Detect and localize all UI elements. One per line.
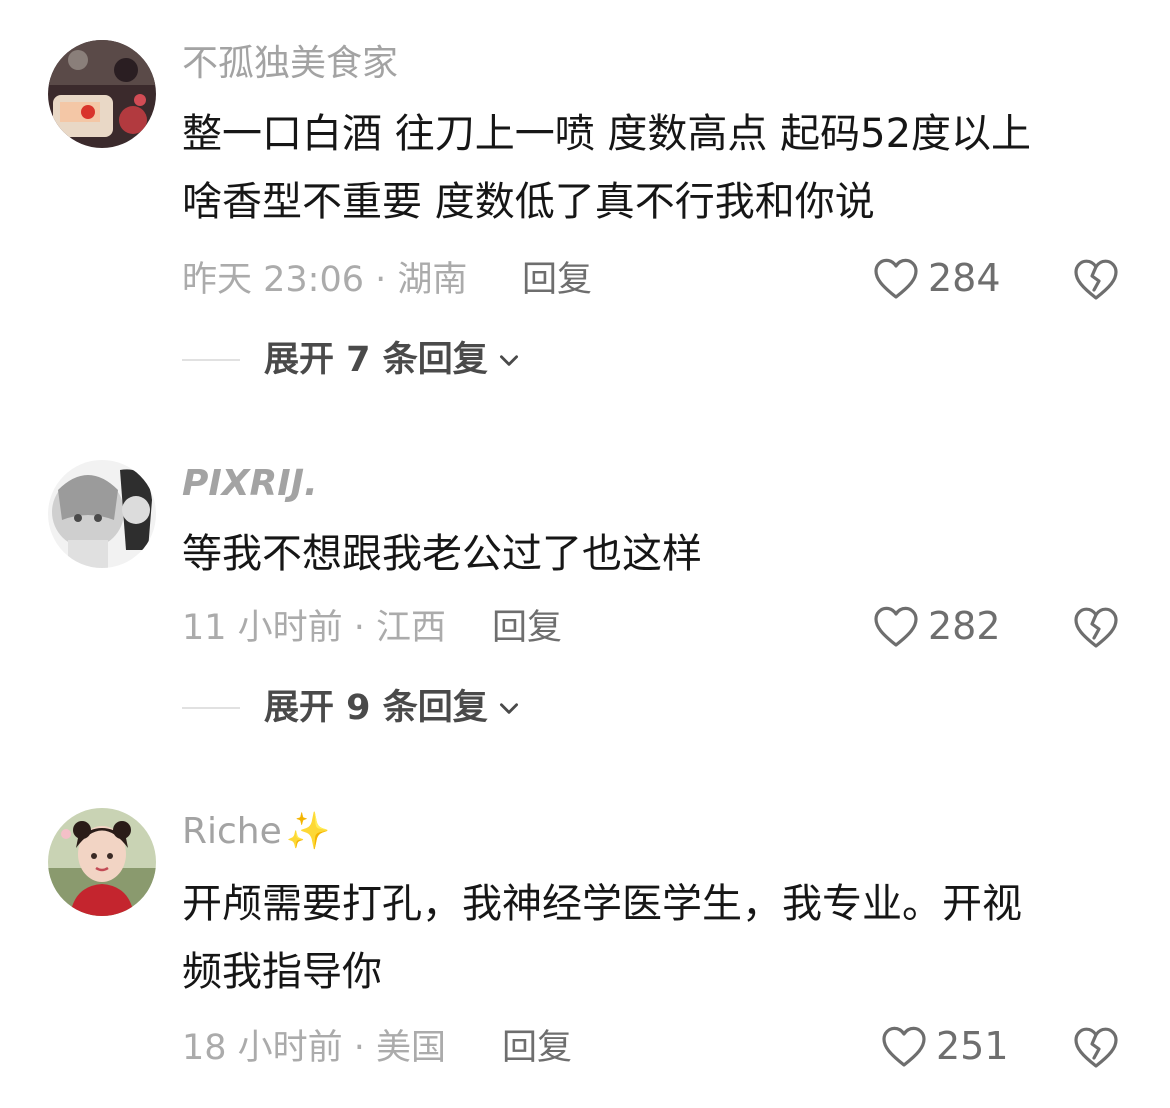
- broken-heart-icon: [1074, 607, 1118, 648]
- like-count: 251: [936, 1024, 1009, 1068]
- avatar[interactable]: [48, 40, 156, 148]
- avatar[interactable]: [48, 808, 156, 916]
- comment-line: 整一口白酒 往刀上一喷 度数高点 起码52度以上: [182, 111, 1032, 157]
- comment-line: 啥香型不重要 度数低了真不行我和你说: [182, 179, 875, 225]
- comment-item: 不孤独美食家 整一口白酒 往刀上一喷 度数高点 起码52度以上 啥香型不重要 度…: [0, 0, 1170, 420]
- sparkles-icon: ✨: [285, 811, 331, 852]
- dislike-button[interactable]: [1072, 1024, 1120, 1070]
- reply-button[interactable]: 回复: [522, 258, 592, 302]
- expand-replies-label: 展开 9 条回复: [264, 688, 488, 728]
- comment-meta: 18 小时前 · 美国: [182, 1028, 447, 1068]
- broken-heart-icon: [1074, 259, 1118, 300]
- expand-replies-label: 展开 7 条回复: [264, 340, 488, 380]
- chevron-down-icon: [499, 355, 518, 366]
- username[interactable]: PIXRIJ.: [182, 462, 318, 506]
- like-button[interactable]: 251: [880, 1024, 1009, 1068]
- heart-outline-icon: [874, 258, 918, 299]
- username-text: 不孤独美食家: [182, 43, 399, 84]
- like-button[interactable]: 282: [872, 604, 1001, 648]
- username[interactable]: 不孤独美食家: [182, 42, 398, 86]
- like-button[interactable]: 284: [872, 256, 1001, 300]
- broken-heart-icon: [1074, 1027, 1118, 1068]
- like-count: 284: [928, 256, 1001, 300]
- avatar[interactable]: [48, 460, 156, 568]
- comment-text: 开颅需要打孔，我神经学医学生，我专业。开视 频我指导你: [182, 870, 1142, 1006]
- dislike-button[interactable]: [1072, 256, 1120, 302]
- expand-replies-button[interactable]: 展开 7 条回复: [182, 338, 522, 382]
- comment-item: Riche ✨ 开颅需要打孔，我神经学医学生，我专业。开视 频我指导你 18 小时…: [0, 790, 1170, 1108]
- comment-item: PIXRIJ. 等我不想跟我老公过了也这样 11 小时前 · 江西 回复 282…: [0, 420, 1170, 790]
- reply-button[interactable]: 回复: [492, 606, 562, 650]
- comment-line: 频我指导你: [182, 949, 382, 995]
- username-text: Riche: [182, 811, 282, 852]
- like-count: 282: [928, 604, 1001, 648]
- username-text: PIXRIJ.: [182, 463, 318, 504]
- expand-replies-button[interactable]: 展开 9 条回复: [182, 686, 522, 730]
- heart-outline-icon: [874, 606, 918, 647]
- comment-line: 等我不想跟我老公过了也这样: [182, 531, 702, 577]
- chevron-down-icon: [499, 703, 518, 714]
- comment-text: 等我不想跟我老公过了也这样: [182, 520, 1142, 588]
- comment-meta: 11 小时前 · 江西: [182, 608, 447, 648]
- username[interactable]: Riche ✨: [182, 810, 331, 854]
- reply-button[interactable]: 回复: [502, 1026, 572, 1070]
- heart-outline-icon: [882, 1026, 926, 1067]
- comment-line: 开颅需要打孔，我神经学医学生，我专业。开视: [182, 881, 1022, 927]
- dislike-button[interactable]: [1072, 604, 1120, 650]
- divider-line: [182, 707, 240, 709]
- divider-line: [182, 359, 240, 361]
- comment-meta: 昨天 23:06 · 湖南: [182, 260, 468, 300]
- comment-text: 整一口白酒 往刀上一喷 度数高点 起码52度以上 啥香型不重要 度数低了真不行我…: [182, 100, 1142, 236]
